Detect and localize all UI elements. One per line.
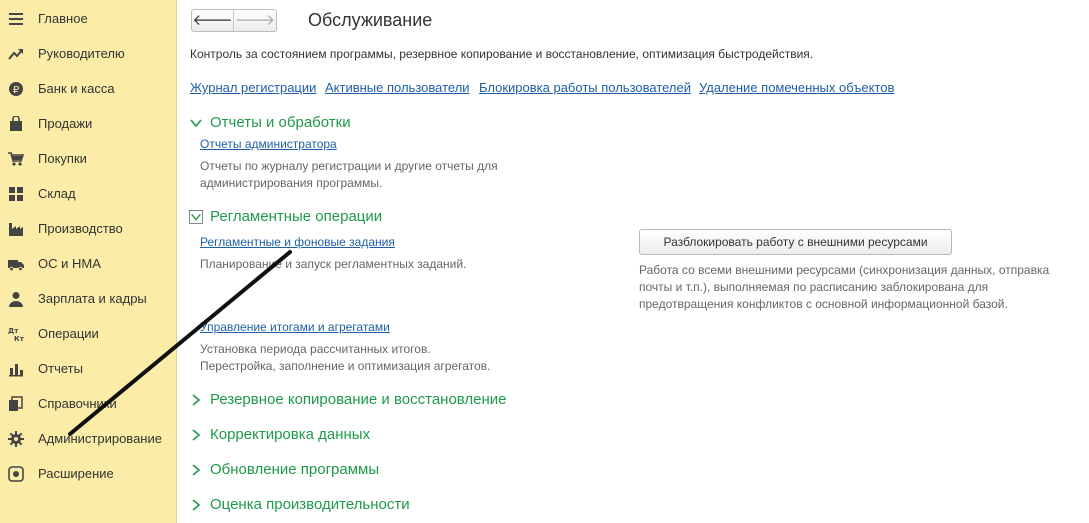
chevron-right-icon <box>192 393 201 406</box>
sidebar-item-label: Склад <box>38 186 76 201</box>
sidebar-item-label: Продажи <box>38 116 93 131</box>
section-backup-header[interactable]: Резервное копирование и восстановление <box>189 391 507 408</box>
gear-icon <box>8 430 24 447</box>
active-users-link[interactable]: Активные пользователи <box>325 80 470 95</box>
sidebar-item-label: Банк и касса <box>38 81 115 96</box>
delete-marked-objects-link[interactable]: Удаление помеченных объектов <box>699 80 894 95</box>
sidebar-item-label: Производство <box>38 221 123 236</box>
page-description: Контроль за состоянием программы, резерв… <box>190 47 814 61</box>
sidebar-item-directories[interactable]: Справочники <box>0 386 176 421</box>
sidebar-item-reports[interactable]: Отчеты <box>0 351 176 386</box>
section-correction-header[interactable]: Корректировка данных <box>189 426 370 443</box>
section-update-header[interactable]: Обновление программы <box>189 461 379 478</box>
sidebar-item-label: Руководителю <box>38 46 125 61</box>
scheduled-jobs-link[interactable]: Регламентные и фоновые задания <box>200 235 395 249</box>
cart-icon <box>8 151 24 166</box>
section-reports-header[interactable]: Отчеты и обработки <box>189 114 351 131</box>
chevron-right-icon <box>192 428 201 441</box>
unlock-description: Работа со всеми внешними ресурсами (синх… <box>639 263 1050 311</box>
dt-kt-icon: Дт Кт <box>8 327 24 342</box>
main-content: 🡐 🡒 Обслуживание Контроль за состоянием … <box>177 0 1089 523</box>
section-title: Обновление программы <box>210 461 380 478</box>
arrow-left-icon: 🡐 <box>192 12 233 29</box>
extension-icon <box>8 465 24 482</box>
chevron-down-icon <box>190 118 202 127</box>
svg-text:₽: ₽ <box>13 85 20 96</box>
sidebar-item-extension[interactable]: Расширение <box>0 456 176 491</box>
svg-text:Дт: Дт <box>8 327 19 335</box>
sidebar-item-label: Справочники <box>38 396 117 411</box>
page-title: Обслуживание <box>308 10 433 30</box>
sidebar-item-manager[interactable]: Руководителю <box>0 36 176 71</box>
sidebar-item-warehouse[interactable]: Склад <box>0 176 176 211</box>
section-title: Оценка производительности <box>210 496 410 513</box>
sidebar-item-label: Зарплата и кадры <box>38 291 147 306</box>
unlock-external-resources-button[interactable]: Разблокировать работу с внешними ресурса… <box>639 229 952 255</box>
admin-reports-link[interactable]: Отчеты администратора <box>200 137 337 151</box>
sidebar-item-label: Администрирование <box>38 431 162 446</box>
description-line: Установка периода рассчитанных итогов. <box>200 342 431 356</box>
sidebar-item-main[interactable]: Главное <box>0 1 176 36</box>
sidebar-item-label: Операции <box>38 326 99 341</box>
sidebar-item-production[interactable]: Производство <box>0 211 176 246</box>
scheduled-jobs-description: Планирование и запуск регламентных задан… <box>200 257 467 271</box>
sidebar-item-sales[interactable]: Продажи <box>0 106 176 141</box>
chevron-right-icon <box>192 463 201 476</box>
sidebar-item-fixed-assets[interactable]: ОС и НМА <box>0 246 176 281</box>
warehouse-grid-icon <box>9 186 23 201</box>
totals-aggregates-description: Установка периода рассчитанных итогов. П… <box>200 341 540 375</box>
sidebar-item-label: Главное <box>38 11 88 26</box>
section-title: Отчеты и обработки <box>210 114 351 131</box>
navigation-buttons: 🡐 🡒 <box>191 9 277 32</box>
books-icon <box>9 395 23 411</box>
sidebar: Главное Руководителю ₽ Банк и касса Прод… <box>0 0 177 523</box>
section-title: Корректировка данных <box>210 426 371 443</box>
arrow-right-icon: 🡒 <box>234 12 276 29</box>
person-icon <box>9 291 23 307</box>
block-users-link[interactable]: Блокировка работы пользователей <box>479 80 691 95</box>
section-title: Резервное копирование и восстановление <box>210 391 507 408</box>
sidebar-item-bank[interactable]: ₽ Банк и касса <box>0 71 176 106</box>
sidebar-item-label: Отчеты <box>38 361 83 376</box>
registration-log-link[interactable]: Журнал регистрации <box>190 80 316 95</box>
svg-text:Кт: Кт <box>14 335 24 342</box>
sidebar-item-salary[interactable]: Зарплата и кадры <box>0 281 176 316</box>
sidebar-item-label: Расширение <box>38 466 114 481</box>
totals-aggregates-link[interactable]: Управление итогами и агрегатами <box>200 320 390 334</box>
admin-reports-description: Отчеты по журналу регистрации и другие о… <box>200 159 498 190</box>
bar-chart-icon <box>9 363 23 376</box>
sidebar-item-operations[interactable]: Дт Кт Операции <box>0 316 176 351</box>
section-routine-header[interactable]: Регламентные операции <box>189 208 382 225</box>
menu-icon <box>9 12 23 25</box>
shopping-bag-icon <box>10 115 22 131</box>
truck-icon <box>8 259 24 271</box>
sidebar-item-label: ОС и НМА <box>38 256 101 271</box>
factory-icon <box>9 222 23 236</box>
trend-icon <box>8 48 23 60</box>
description-line: Перестройка, заполнение и оптимизация аг… <box>200 359 491 373</box>
section-performance-header[interactable]: Оценка производительности <box>189 496 410 513</box>
forward-button[interactable]: 🡒 <box>234 10 276 31</box>
sidebar-item-purchases[interactable]: Покупки <box>0 141 176 176</box>
sidebar-item-administration[interactable]: Администрирование <box>0 421 176 456</box>
section-title: Регламентные операции <box>210 208 383 225</box>
back-button[interactable]: 🡐 <box>192 10 234 31</box>
sidebar-item-label: Покупки <box>38 151 87 166</box>
chevron-right-icon <box>192 498 201 511</box>
ruble-coin-icon: ₽ <box>9 81 23 96</box>
chevron-down-icon <box>189 209 203 224</box>
